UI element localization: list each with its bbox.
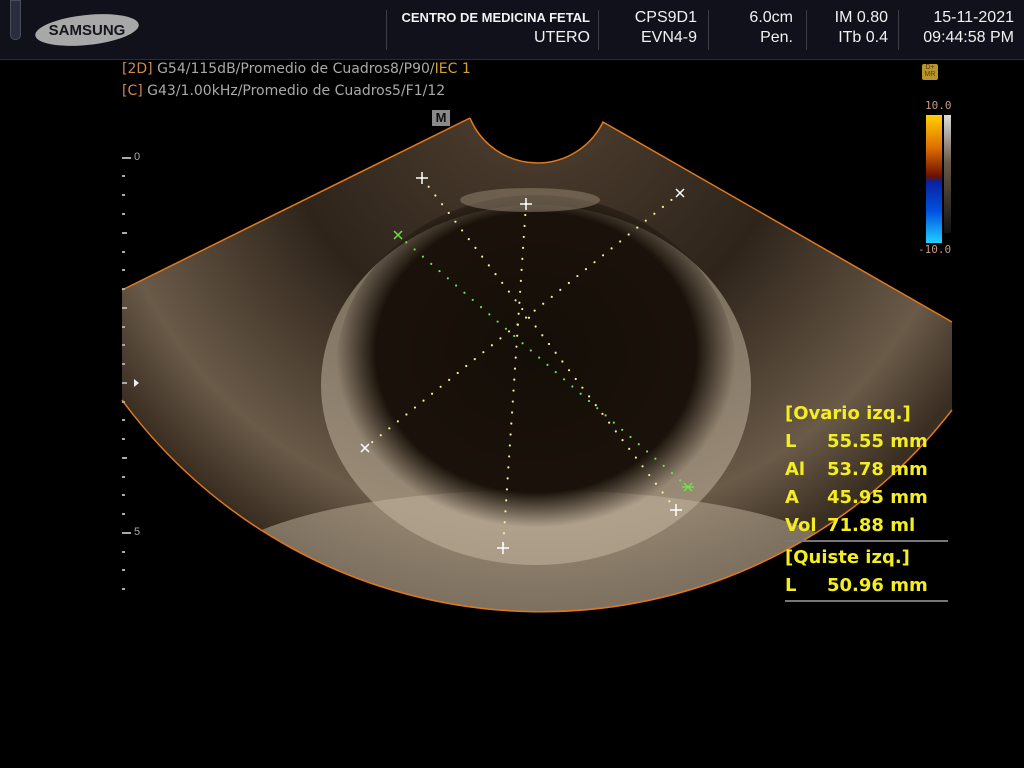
measurement-row: L 55.55 mm: [785, 428, 948, 456]
measurement-value: 45.95 mm: [827, 487, 928, 508]
measurement-row: L 50.96 mm: [785, 572, 948, 600]
measurement-row: A 45.95 mm: [785, 484, 948, 512]
orientation-marker: M: [432, 110, 450, 126]
measurement-key: Vol: [785, 515, 817, 536]
ovary-title: [Ovario izq.]: [785, 403, 911, 424]
ultrasound-image[interactable]: [0, 0, 1024, 768]
divider: [785, 600, 948, 602]
colorbar-max: 10.0: [925, 99, 952, 112]
measurement-key: A: [785, 487, 799, 508]
measurement-row: Al 53.78 mm: [785, 456, 948, 484]
colorbar-min: -10.0: [918, 243, 952, 256]
measurement-value: 50.96 mm: [827, 575, 928, 596]
measurement-value: 71.88 ml: [827, 515, 916, 536]
scale-label-5: 5: [134, 526, 141, 538]
dmr-badge: D+ MR: [922, 64, 938, 80]
measurement-key: L: [785, 575, 797, 596]
measurement-key: Al: [785, 459, 806, 480]
measurement-value: 53.78 mm: [827, 459, 928, 480]
measurement-row: Vol 71.88 ml: [785, 512, 948, 540]
cyst-title: [Quiste izq.]: [785, 547, 910, 568]
scale-label-0: 0: [134, 151, 141, 163]
grayscale-bar: [944, 115, 951, 233]
measurement-panel: [Ovario izq.] L 55.55 mm Al 53.78 mm A 45.9…: [785, 400, 948, 604]
divider: [785, 540, 948, 542]
measurement-value: 55.55 mm: [827, 431, 928, 452]
color-velocity-bar: [926, 115, 942, 243]
measurement-key: L: [785, 431, 797, 452]
